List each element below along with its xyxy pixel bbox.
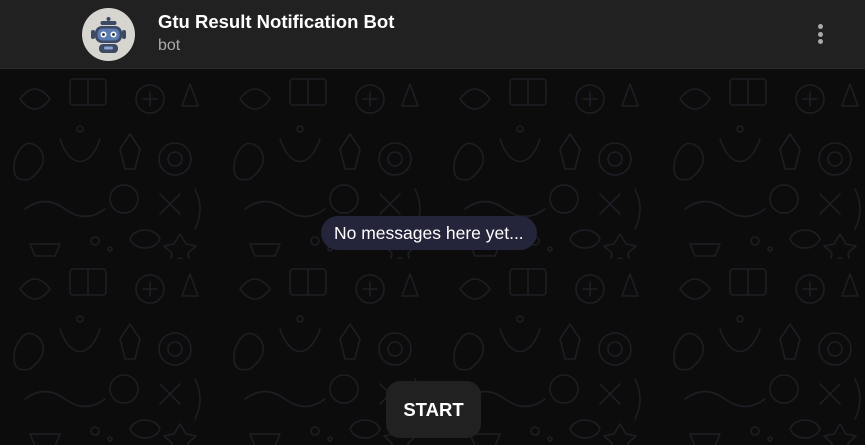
more-vertical-icon-dot xyxy=(817,39,823,44)
start-button[interactable]: START xyxy=(386,381,481,438)
more-options-button[interactable] xyxy=(804,18,836,50)
chat-subtitle: bot xyxy=(158,37,181,54)
chat-title: Gtu Result Notification Bot xyxy=(158,11,395,32)
telegram-chat-window: Gtu Result Notification Bot bot No messa… xyxy=(0,0,865,445)
chat-header: Gtu Result Notification Bot bot xyxy=(0,0,865,69)
robot-icon xyxy=(91,17,126,53)
empty-chat-message: No messages here yet... xyxy=(321,216,537,250)
more-vertical-icon-dot xyxy=(817,31,823,37)
avatar[interactable] xyxy=(82,8,135,61)
chat-area: No messages here yet... START xyxy=(0,69,865,445)
more-vertical-icon xyxy=(817,24,823,29)
